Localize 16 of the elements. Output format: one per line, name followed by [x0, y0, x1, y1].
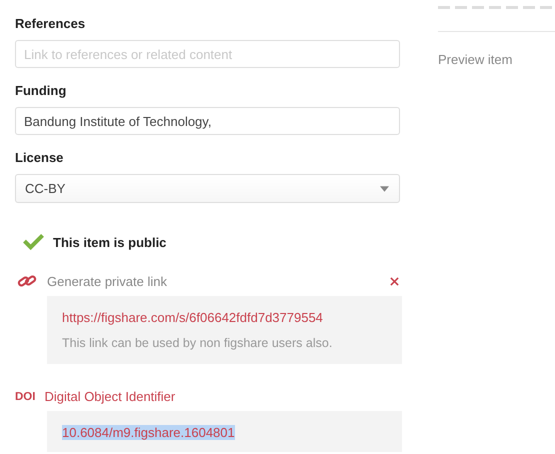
private-link-url[interactable]: https://figshare.com/s/6f06642fdfd7d3779554 — [62, 310, 387, 325]
doi-label-prefix: DOI — [15, 390, 36, 402]
close-icon[interactable] — [390, 276, 399, 286]
caret-icon — [380, 186, 389, 192]
field-label: Funding — [15, 83, 68, 100]
input-field[interactable]: Bandung Institute of Technology, — [15, 107, 400, 135]
generate-link-button[interactable]: Generate private link — [47, 274, 390, 288]
visibility-status: This item is public — [53, 235, 166, 250]
preview-link[interactable]: Preview item — [438, 52, 512, 67]
link-note: This link can be used by non figshare users also. — [62, 336, 334, 350]
license-dropdown[interactable]: CC-BY — [15, 174, 400, 203]
link-icon — [17, 273, 37, 289]
doi-label: Digital Object Identifier — [44, 389, 176, 404]
field-label: References — [15, 16, 86, 33]
field-label: License — [15, 150, 64, 167]
doi-value[interactable]: 10.6084/m9.figshare.1604801 — [62, 425, 235, 440]
